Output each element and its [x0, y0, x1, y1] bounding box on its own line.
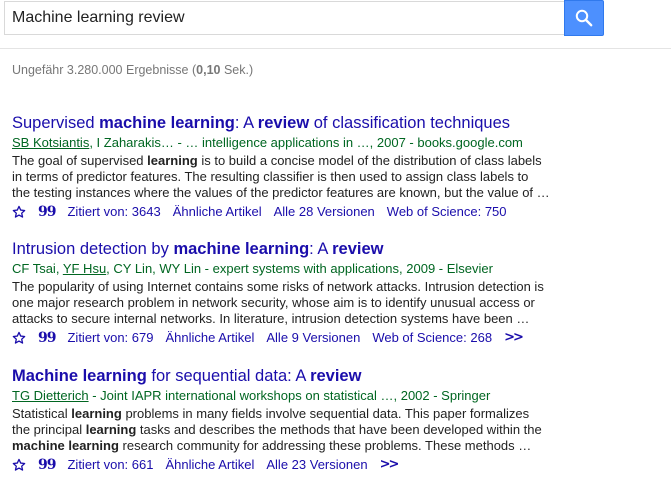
- snippet-line: The goal of supervised learning is to bu…: [12, 153, 552, 169]
- snippet-line: the principal learning tasks and describ…: [12, 422, 552, 438]
- result-meta: CF Tsai, YF Hsu, CY Lin, WY Lin - expert…: [12, 261, 552, 277]
- snippet-highlight: learning: [71, 406, 122, 421]
- result-actions: 99 Zitiert von: 661 Ähnliche Artikel All…: [12, 457, 552, 473]
- snippet-text: the testing instances where the values o…: [12, 185, 550, 200]
- related-articles-link[interactable]: Ähnliche Artikel: [165, 457, 254, 473]
- star-icon[interactable]: [12, 205, 26, 219]
- author-link[interactable]: TG Dietterich: [12, 388, 89, 403]
- result-snippet: The goal of supervised learning is to bu…: [12, 153, 552, 201]
- snippet-text: attacks to secure internal networks. In …: [12, 311, 530, 326]
- snippet-line: Statistical learning problems in many fi…: [12, 406, 552, 422]
- search-icon: [575, 9, 593, 27]
- meta-text: , CY Lin, WY Lin - expert systems with a…: [106, 261, 493, 276]
- snippet-text: The popularity of using Internet contain…: [12, 279, 544, 294]
- snippet-highlight: learning: [85, 422, 137, 437]
- snippet-text: The goal of supervised: [12, 153, 148, 168]
- title-text: for sequential data: A: [146, 367, 311, 385]
- search-box[interactable]: [4, 1, 564, 35]
- snippet-line: in terms of predictor features. The resu…: [12, 169, 552, 185]
- web-of-science-link[interactable]: Web of Science: 268: [372, 330, 492, 346]
- result-snippet: Statistical learning problems in many fi…: [12, 406, 552, 454]
- cited-by-link[interactable]: Zitiert von: 679: [67, 330, 153, 346]
- title-text: of classification techniques: [309, 114, 511, 132]
- result-stats-time: 0,10: [196, 63, 221, 77]
- search-result: Machine learning for sequential data: A …: [12, 366, 552, 473]
- search-button[interactable]: [564, 0, 604, 36]
- star-icon[interactable]: [12, 458, 26, 472]
- cited-by-link[interactable]: Zitiert von: 661: [67, 457, 153, 473]
- snippet-text: problems in many fields involve sequenti…: [121, 406, 530, 421]
- title-highlight: review: [332, 240, 384, 258]
- double-chevron-right-icon[interactable]: >>: [504, 330, 524, 346]
- title-text: : A: [309, 240, 333, 258]
- title-highlight: Machine learning: [12, 367, 147, 385]
- related-articles-link[interactable]: Ähnliche Artikel: [165, 330, 254, 346]
- quote-icon[interactable]: 99: [38, 331, 57, 345]
- snippet-text: the principal: [12, 422, 86, 437]
- author-link[interactable]: SB Kotsiantis: [12, 135, 89, 150]
- result-stats: Ungefähr 3.280.000 Ergebnisse (0,10 Sek.…: [12, 63, 253, 77]
- result-snippet: The popularity of using Internet contain…: [12, 279, 552, 327]
- related-articles-link[interactable]: Ähnliche Artikel: [173, 204, 262, 220]
- title-highlight: machine learning: [99, 114, 235, 132]
- snippet-line: the testing instances where the values o…: [12, 185, 552, 201]
- result-meta: SB Kotsiantis, I Zaharakis… - … intellig…: [12, 135, 552, 151]
- result-actions: 99 Zitiert von: 679 Ähnliche Artikel All…: [12, 330, 552, 346]
- snippet-text: in terms of predictor features. The resu…: [12, 169, 529, 184]
- result-actions: 99 Zitiert von: 3643 Ähnliche Artikel Al…: [12, 204, 552, 220]
- author-link[interactable]: YF Hsu: [63, 261, 106, 276]
- search-input[interactable]: [12, 3, 552, 33]
- title-highlight: review: [310, 367, 362, 385]
- web-of-science-link[interactable]: Web of Science: 750: [387, 204, 507, 220]
- all-versions-link[interactable]: Alle 23 Versionen: [266, 457, 367, 473]
- star-icon[interactable]: [12, 331, 26, 345]
- search-result: Supervised machine learning: A review of…: [12, 113, 552, 220]
- title-highlight: machine learning: [173, 240, 310, 258]
- snippet-highlight: learning: [147, 153, 198, 168]
- double-chevron-right-icon[interactable]: >>: [380, 457, 400, 473]
- quote-icon[interactable]: 99: [38, 458, 57, 472]
- snippet-text: research community for addressing these …: [118, 438, 532, 453]
- snippet-text: tasks and describes the methods that hav…: [136, 422, 542, 437]
- search-result: Intrusion detection by machine learning:…: [12, 239, 552, 346]
- meta-text: , I Zaharakis… - … intelligence applicat…: [89, 135, 523, 150]
- snippet-line: The popularity of using Internet contain…: [12, 279, 552, 295]
- all-versions-link[interactable]: Alle 28 Versionen: [274, 204, 375, 220]
- meta-text: - Joint IAPR international workshops on …: [88, 388, 491, 403]
- all-versions-link[interactable]: Alle 9 Versionen: [266, 330, 360, 346]
- result-stats-suffix: Sek.): [220, 63, 254, 77]
- result-meta: TG Dietterich - Joint IAPR international…: [12, 388, 552, 404]
- snippet-text: one major research problem in network se…: [12, 295, 535, 310]
- snippet-line: one major research problem in network se…: [12, 295, 552, 311]
- result-stats-prefix: Ungefähr 3.280.000 Ergebnisse (: [12, 63, 197, 77]
- snippet-text: is to build a concise model of the distr…: [197, 153, 542, 168]
- result-title-link[interactable]: Supervised machine learning: A review of…: [12, 113, 552, 133]
- result-title-link[interactable]: Intrusion detection by machine learning:…: [12, 239, 552, 259]
- snippet-line: attacks to secure internal networks. In …: [12, 311, 552, 327]
- snippet-highlight: machine learning: [12, 438, 119, 453]
- quote-icon[interactable]: 99: [38, 205, 57, 219]
- meta-text: CF Tsai,: [12, 261, 63, 276]
- search-header: [0, 0, 671, 49]
- title-text: : A: [234, 114, 258, 132]
- cited-by-link[interactable]: Zitiert von: 3643: [67, 204, 160, 220]
- title-highlight: review: [257, 114, 310, 132]
- snippet-text: Statistical: [12, 406, 72, 421]
- title-text: Intrusion detection by: [12, 240, 174, 258]
- title-text: Supervised: [12, 114, 100, 132]
- snippet-line: machine learning research community for …: [12, 438, 552, 454]
- result-title-link[interactable]: Machine learning for sequential data: A …: [12, 366, 552, 386]
